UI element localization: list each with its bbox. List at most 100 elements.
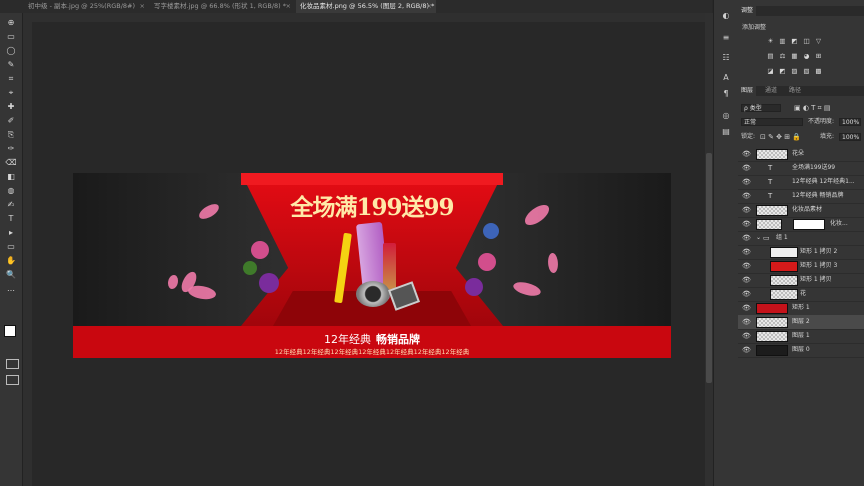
blend-mode-select[interactable]: 正常 — [741, 118, 803, 126]
tab-channels[interactable]: 通道 — [762, 86, 780, 96]
canvas-vertical-scrollbar[interactable] — [705, 13, 713, 486]
layer-row[interactable]: 👁 矩形 1 — [738, 301, 864, 316]
exposure-adjust-icon[interactable]: ◫ — [802, 38, 811, 45]
layer-row[interactable]: 👁 化妆品素材 — [738, 203, 864, 218]
lock-icons[interactable]: ⊡ ✎ ✥ ⊞ 🔒 — [760, 133, 801, 141]
tab-adjustments[interactable]: 调整 — [738, 6, 757, 16]
hue-adjust-icon[interactable]: ▤ — [766, 53, 775, 60]
fill-input[interactable]: 100% — [839, 133, 861, 141]
gradient-map-adjust-icon[interactable]: ▧ — [802, 68, 811, 75]
pen-tool-icon[interactable]: T — [4, 213, 18, 225]
type-tool-icon[interactable]: ▸ — [4, 227, 18, 239]
brush-tool-icon[interactable]: ✐ — [4, 115, 18, 127]
opacity-input[interactable]: 100% — [839, 118, 861, 126]
layer-filter-icons[interactable]: ▣ ◐ T ⌗ ▤ — [794, 104, 830, 112]
visibility-eye-icon[interactable]: 👁 — [742, 217, 751, 231]
banner-headline: 全场满199送99 — [290, 194, 454, 221]
black-white-adjust-icon[interactable]: ▦ — [790, 53, 799, 60]
visibility-eye-icon[interactable]: 👁 — [742, 259, 751, 273]
layer-row[interactable]: 👁 矩形 1 拷贝 2 — [738, 245, 864, 260]
quick-mask-icon[interactable] — [6, 359, 19, 369]
vibrance-adjust-icon[interactable]: ▽ — [814, 38, 823, 45]
close-icon[interactable]: × — [427, 0, 432, 13]
history-panel-icon[interactable]: ◐ — [720, 10, 732, 21]
eyedropper-tool-icon[interactable]: ⌖ — [4, 87, 18, 99]
layer-row[interactable]: 👁 T 12年经典 12年经典1... — [738, 175, 864, 190]
visibility-eye-icon[interactable]: 👁 — [742, 301, 751, 315]
healing-tool-icon[interactable]: ✚ — [4, 101, 18, 113]
tab-document-1[interactable]: 初中级 - 副本.jpg @ 25%(RGB/8#) × — [24, 0, 149, 13]
layer-row[interactable]: 👁 T 12年经典 畅销品牌 — [738, 189, 864, 204]
properties-panel-icon[interactable]: ≡ — [720, 32, 732, 43]
eraser-tool-icon[interactable]: ⌫ — [4, 157, 18, 169]
marquee-tool-icon[interactable]: ▭ — [4, 31, 18, 43]
paragraph-panel-icon[interactable]: ¶ — [720, 88, 732, 99]
layer-row[interactable]: 👁 化妆... — [738, 217, 864, 232]
more-tools-icon[interactable]: … — [4, 283, 18, 295]
selective-color-adjust-icon[interactable]: ▩ — [814, 68, 823, 75]
tab-document-3[interactable]: 化妆品素材.png @ 56.5% (图层 2, RGB/8) * × — [296, 0, 436, 13]
layer-row[interactable]: 👁 图层 1 — [738, 329, 864, 344]
visibility-eye-icon[interactable]: 👁 — [742, 245, 751, 259]
hand-tool-icon[interactable]: 🔍 — [4, 269, 18, 281]
layer-row[interactable]: 👁 矩形 1 拷贝 — [738, 273, 864, 288]
layer-kind-filter[interactable]: ρ 类型 — [741, 104, 781, 112]
layer-name: 图层 0 — [792, 346, 810, 353]
visibility-eye-icon[interactable]: 👁 — [742, 147, 751, 161]
close-icon[interactable]: × — [140, 0, 145, 13]
blur-tool-icon[interactable]: ◍ — [4, 185, 18, 197]
history-brush-tool-icon[interactable]: ✑ — [4, 143, 18, 155]
layer-row[interactable]: 👁 T 全场满199送99 — [738, 161, 864, 176]
visibility-eye-icon[interactable]: 👁 — [742, 161, 751, 175]
threshold-adjust-icon[interactable]: ▨ — [790, 68, 799, 75]
layer-row[interactable]: 👁 图层 0 — [738, 343, 864, 358]
visibility-eye-icon[interactable]: 👁 — [742, 189, 751, 203]
layer-row[interactable]: 👁 花朵 — [738, 147, 864, 162]
visibility-eye-icon[interactable]: 👁 — [742, 343, 751, 357]
layer-row[interactable]: 👁 图层 2 — [738, 315, 864, 330]
gradient-tool-icon[interactable]: ◧ — [4, 171, 18, 183]
banner-canvas[interactable]: 全场满199送99 12年经典 畅销品牌 12年经典12年经典12年经典12年经典… — [73, 173, 671, 358]
styles-panel-icon[interactable]: ◎ — [720, 110, 732, 121]
path-select-tool-icon[interactable]: ▭ — [4, 241, 18, 253]
visibility-eye-icon[interactable]: 👁 — [742, 273, 751, 287]
curves-adjust-icon[interactable]: ◩ — [790, 38, 799, 45]
move-tool-icon[interactable]: ⊕ — [4, 17, 18, 29]
chevron-down-icon[interactable]: ⌄ — [756, 231, 761, 245]
quick-select-tool-icon[interactable]: ✎ — [4, 59, 18, 71]
stamp-tool-icon[interactable]: ⎘ — [4, 129, 18, 141]
shape-tool-icon[interactable]: ✋ — [4, 255, 18, 267]
close-icon[interactable]: × — [286, 0, 291, 13]
layer-comps-panel-icon[interactable]: ▤ — [720, 126, 732, 137]
photo-filter-adjust-icon[interactable]: ◕ — [802, 53, 811, 60]
tab-paths[interactable]: 路径 — [786, 86, 804, 96]
layer-row[interactable]: 👁 矩形 1 拷贝 3 — [738, 259, 864, 274]
visibility-eye-icon[interactable]: 👁 — [742, 203, 751, 217]
lasso-tool-icon[interactable]: ◯ — [4, 45, 18, 57]
tab-document-2[interactable]: 写字楼素材.jpg @ 66.8% (形状 1, RGB/8) * × — [150, 0, 295, 13]
layer-group-row[interactable]: 👁 ⌄ ▭ 组 1 — [738, 231, 864, 246]
scrollbar-thumb[interactable] — [706, 153, 712, 383]
brightness-adjust-icon[interactable]: ☀ — [766, 38, 775, 45]
invert-adjust-icon[interactable]: ◪ — [766, 68, 775, 75]
libraries-panel-icon[interactable]: ☷ — [720, 52, 732, 63]
character-panel-icon[interactable]: A — [720, 72, 732, 83]
visibility-eye-icon[interactable]: 👁 — [742, 287, 751, 301]
visibility-eye-icon[interactable]: 👁 — [742, 175, 751, 189]
crop-tool-icon[interactable]: ⌗ — [4, 73, 18, 85]
posterize-adjust-icon[interactable]: ◩ — [778, 68, 787, 75]
screen-mode-icon[interactable] — [6, 375, 19, 385]
lock-label: 锁定: — [741, 133, 756, 140]
visibility-eye-icon[interactable]: 👁 — [742, 231, 751, 245]
levels-adjust-icon[interactable]: ▥ — [778, 38, 787, 45]
foreground-color-swatch[interactable] — [4, 325, 16, 337]
layer-row[interactable]: 👁 花 — [738, 287, 864, 302]
tab-layers[interactable]: 图层 — [738, 86, 757, 96]
visibility-eye-icon[interactable]: 👁 — [742, 315, 751, 329]
color-balance-adjust-icon[interactable]: ⚖ — [778, 53, 787, 60]
text-layer-icon: T — [768, 178, 773, 186]
visibility-eye-icon[interactable]: 👁 — [742, 329, 751, 343]
channel-mixer-adjust-icon[interactable]: ⊞ — [814, 53, 823, 60]
dodge-tool-icon[interactable]: ✍ — [4, 199, 18, 211]
stage-top-bar — [241, 173, 503, 185]
